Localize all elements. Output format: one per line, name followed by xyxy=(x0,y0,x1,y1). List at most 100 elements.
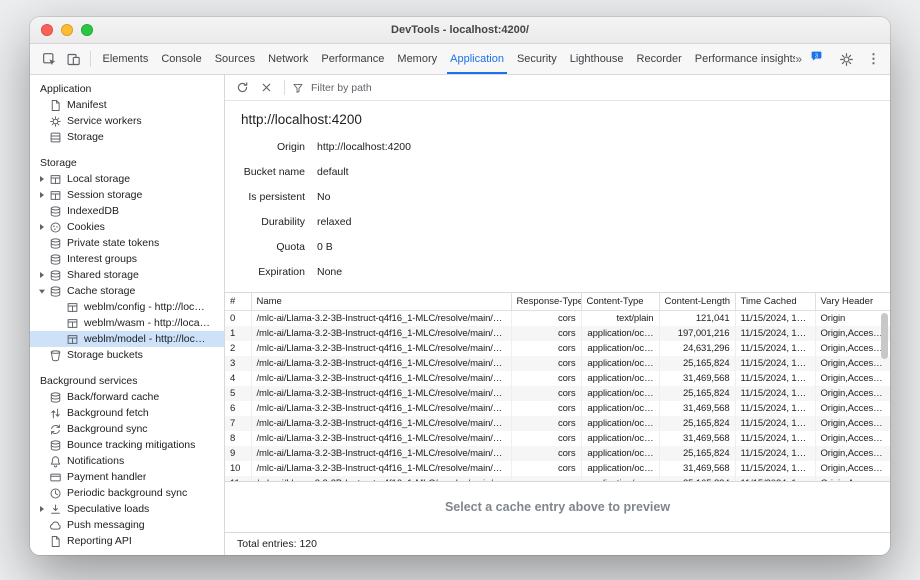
delete-selected-button[interactable] xyxy=(255,77,277,99)
sidebar-item-manifest[interactable]: Manifest xyxy=(30,97,224,113)
cache-view: http://localhost:4200 Originhttp://local… xyxy=(225,101,890,532)
cell-response-type: cors xyxy=(511,431,581,446)
sidebar-item-bounce-tracking-mitigations[interactable]: Bounce tracking mitigations xyxy=(30,437,224,453)
sidebar-item-reporting-api[interactable]: Reporting API xyxy=(30,533,224,549)
cache-entry-row[interactable]: 6/mlc-ai/Llama-3.2-3B-Instruct-q4f16_1-M… xyxy=(225,401,890,416)
sidebar-item-label: Speculative loads xyxy=(67,503,149,515)
cell-: 9 xyxy=(225,446,251,461)
tab-label: Sources xyxy=(215,53,255,65)
tab-performance[interactable]: Performance xyxy=(315,44,391,74)
fullscreen-window-button[interactable] xyxy=(81,24,93,36)
chevron-right-icon[interactable] xyxy=(38,501,49,517)
device-toolbar-button[interactable] xyxy=(61,47,85,71)
tab-console[interactable]: Console xyxy=(155,44,208,74)
chevron-right-icon[interactable] xyxy=(38,219,49,235)
filter-input[interactable] xyxy=(309,81,449,95)
toolbar-left-group xyxy=(30,44,96,74)
cache-entry-row[interactable]: 7/mlc-ai/Llama-3.2-3B-Instruct-q4f16_1-M… xyxy=(225,416,890,431)
tab-performance-insights[interactable]: Performance insights xyxy=(688,44,795,74)
tab-elements[interactable]: Elements xyxy=(96,44,155,74)
cell-name: /mlc-ai/Llama-3.2-3B-Instruct-q4f16_1-ML… xyxy=(251,386,511,401)
expander-spacer xyxy=(55,331,66,347)
sidebar-item-service-workers[interactable]: Service workers xyxy=(30,113,224,129)
sidebar-item-background-sync[interactable]: Background sync xyxy=(30,421,224,437)
minimize-window-button[interactable] xyxy=(61,24,73,36)
cell-content-type: application/oc… xyxy=(581,401,659,416)
sidebar-item-cookies[interactable]: Cookies xyxy=(30,219,224,235)
column-header-name[interactable]: Name xyxy=(251,293,511,311)
cell-content-type: text/plain xyxy=(581,311,659,327)
tab-network[interactable]: Network xyxy=(262,44,315,74)
chevron-right-icon[interactable] xyxy=(38,267,49,283)
tab-security[interactable]: Security xyxy=(510,44,563,74)
sidebar-item-payment-handler[interactable]: Payment handler xyxy=(30,469,224,485)
sidebar-item-storage-buckets[interactable]: Storage buckets xyxy=(30,347,224,363)
sidebar-item-weblm-wasm-http-loca[interactable]: weblm/wasm - http://loca… xyxy=(30,315,224,331)
tab-memory[interactable]: Memory xyxy=(391,44,444,74)
settings-button[interactable] xyxy=(834,47,858,71)
grid-icon xyxy=(66,317,79,330)
tab-recorder[interactable]: Recorder xyxy=(630,44,688,74)
sidebar-item-periodic-background-sync[interactable]: Periodic background sync xyxy=(30,485,224,501)
cache-entry-row[interactable]: 8/mlc-ai/Llama-3.2-3B-Instruct-q4f16_1-M… xyxy=(225,431,890,446)
tab-application[interactable]: Application xyxy=(444,44,511,74)
sidebar-item-weblm-config-http-loc[interactable]: weblm/config - http://loc… xyxy=(30,299,224,315)
cache-entry-row[interactable]: 2/mlc-ai/Llama-3.2-3B-Instruct-q4f16_1-M… xyxy=(225,341,890,356)
cache-entry-row[interactable]: 0/mlc-ai/Llama-3.2-3B-Instruct-q4f16_1-M… xyxy=(225,311,890,327)
issues-counter-button[interactable]: 3 xyxy=(810,50,825,68)
sidebar-item-speculative-loads[interactable]: Speculative loads xyxy=(30,501,224,517)
main-menu-button[interactable]: ⋮ xyxy=(867,51,880,67)
sidebar-item-indexeddb[interactable]: IndexedDB xyxy=(30,203,224,219)
expander-spacer xyxy=(38,469,49,485)
column-header-content-type[interactable]: Content-Type xyxy=(581,293,659,311)
sidebar-section-storage[interactable]: Storage xyxy=(30,155,224,171)
column-header-content-length[interactable]: Content-Length xyxy=(659,293,735,311)
sidebar-item-weblm-model-http-loc[interactable]: weblm/model - http://loc… xyxy=(30,331,224,347)
sidebar-item-label: Notifications xyxy=(67,455,124,467)
field-label: Bucket name xyxy=(235,166,305,178)
cell-response-type: cors xyxy=(511,446,581,461)
close-window-button[interactable] xyxy=(41,24,53,36)
cell-name: /mlc-ai/Llama-3.2-3B-Instruct-q4f16_1-ML… xyxy=(251,416,511,431)
refresh-button[interactable] xyxy=(231,77,253,99)
column-header-response-type[interactable]: Response-Type xyxy=(511,293,581,311)
sidebar-item-notifications[interactable]: Notifications xyxy=(30,453,224,469)
cache-entry-row[interactable]: 1/mlc-ai/Llama-3.2-3B-Instruct-q4f16_1-M… xyxy=(225,326,890,341)
sidebar-item-back-forward-cache[interactable]: Back/forward cache xyxy=(30,389,224,405)
sidebar-item-shared-storage[interactable]: Shared storage xyxy=(30,267,224,283)
sidebar-item-background-fetch[interactable]: Background fetch xyxy=(30,405,224,421)
cell-response-type: cors xyxy=(511,311,581,327)
tab-sources[interactable]: Sources xyxy=(208,44,261,74)
column-header-time-cached[interactable]: Time Cached xyxy=(735,293,815,311)
sidebar-item-push-messaging[interactable]: Push messaging xyxy=(30,517,224,533)
inspect-element-button[interactable] xyxy=(37,47,61,71)
cache-entry-row[interactable]: 5/mlc-ai/Llama-3.2-3B-Instruct-q4f16_1-M… xyxy=(225,386,890,401)
bell-icon xyxy=(49,455,62,468)
sidebar-section-application[interactable]: Application xyxy=(30,81,224,97)
chevron-right-icon[interactable] xyxy=(38,171,49,187)
sidebar-item-storage[interactable]: Storage xyxy=(30,129,224,145)
chevron-down-icon[interactable] xyxy=(38,283,49,299)
cache-entry-row[interactable]: 4/mlc-ai/Llama-3.2-3B-Instruct-q4f16_1-M… xyxy=(225,371,890,386)
sidebar-item-cache-storage[interactable]: Cache storage xyxy=(30,283,224,299)
cache-entry-row[interactable]: 3/mlc-ai/Llama-3.2-3B-Instruct-q4f16_1-M… xyxy=(225,356,890,371)
cache-entry-row[interactable]: 10/mlc-ai/Llama-3.2-3B-Instruct-q4f16_1-… xyxy=(225,461,890,476)
cache-entry-row[interactable]: 9/mlc-ai/Llama-3.2-3B-Instruct-q4f16_1-M… xyxy=(225,446,890,461)
sidebar-item-local-storage[interactable]: Local storage xyxy=(30,171,224,187)
cell-: 6 xyxy=(225,401,251,416)
sidebar-item-interest-groups[interactable]: Interest groups xyxy=(30,251,224,267)
sidebar-item-private-state-tokens[interactable]: Private state tokens xyxy=(30,235,224,251)
sidebar-item-session-storage[interactable]: Session storage xyxy=(30,187,224,203)
column-header-vary-header[interactable]: Vary Header xyxy=(815,293,890,311)
table-scrollbar[interactable] xyxy=(881,313,888,359)
refresh-icon xyxy=(236,81,249,94)
sidebar-section-background-services[interactable]: Background services xyxy=(30,373,224,389)
report-field-expiration: ExpirationNone xyxy=(225,259,890,284)
chevron-right-icon[interactable] xyxy=(38,187,49,203)
cache-entry-row[interactable]: 11/mlc-ai/Llama-3.2-3B-Instruct-q4f16_1-… xyxy=(225,476,890,482)
titlebar[interactable]: DevTools - localhost:4200/ xyxy=(30,17,890,44)
more-panels-button[interactable]: » xyxy=(795,52,801,66)
cell-vary-header: Origin,Access… xyxy=(815,386,890,401)
tab-lighthouse[interactable]: Lighthouse xyxy=(563,44,630,74)
column-header-[interactable]: # xyxy=(225,293,251,311)
